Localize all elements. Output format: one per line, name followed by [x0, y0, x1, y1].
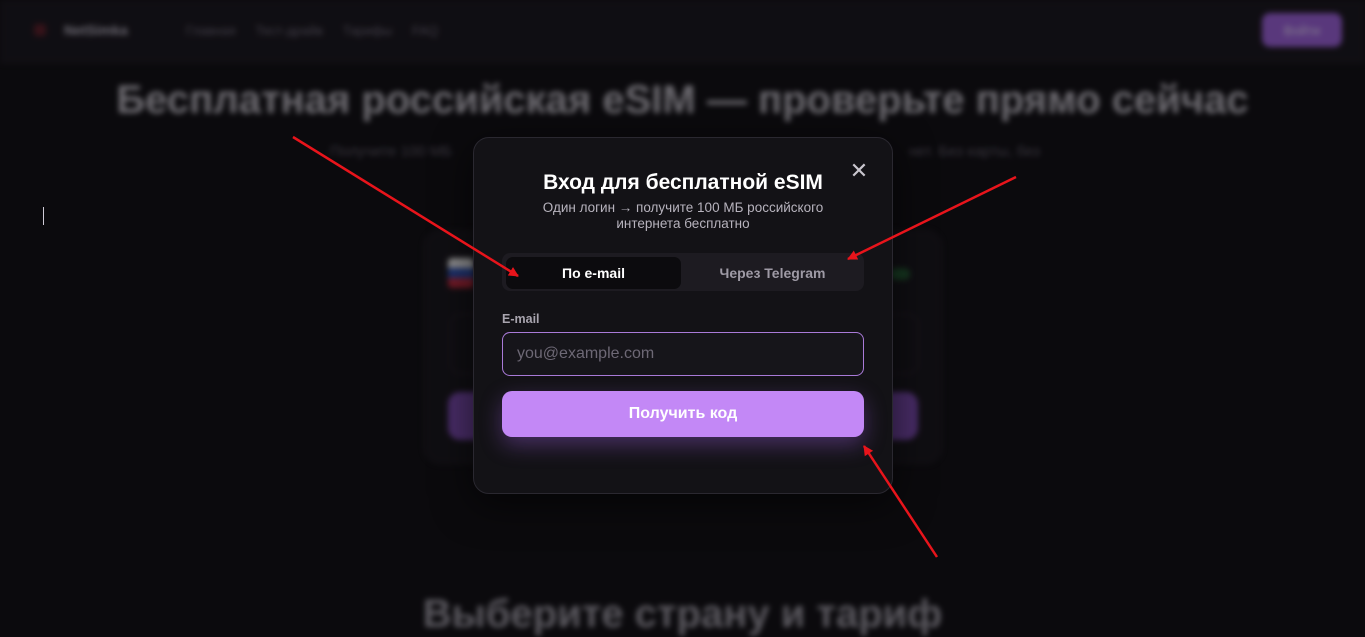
- tab-email[interactable]: По e-mail: [506, 257, 681, 289]
- nav-item-faq[interactable]: FAQ: [412, 23, 438, 38]
- hero-title: Бесплатная российская eSIM — проверьте п…: [116, 78, 1249, 122]
- hero-subtitle-right: нет. Без карты, без: [908, 143, 1040, 160]
- brand-logo: NetSimka: [64, 22, 128, 38]
- get-code-button[interactable]: Получить код: [502, 391, 864, 437]
- email-label: E-mail: [502, 312, 540, 326]
- nav-item-test-drive[interactable]: Тест-драйв: [255, 23, 322, 38]
- status-badge: [890, 268, 910, 280]
- main-nav: Главная Тест-драйв Тарифы FAQ: [186, 23, 438, 38]
- nav-item-home[interactable]: Главная: [186, 23, 235, 38]
- hero-subtitle-left: Получите 100 МБ: [330, 143, 452, 160]
- logo-icon: [34, 24, 46, 36]
- russia-flag-icon: [448, 258, 474, 288]
- login-method-tabs: По e-mail Через Telegram: [502, 253, 864, 291]
- section-title: Выберите страну и тариф: [422, 592, 943, 636]
- login-button[interactable]: Войти: [1262, 13, 1342, 47]
- nav-item-tariffs[interactable]: Тарифы: [343, 23, 392, 38]
- email-field[interactable]: [502, 332, 864, 376]
- tab-telegram[interactable]: Через Telegram: [685, 257, 860, 289]
- top-navbar: NetSimka Главная Тест-драйв Тарифы FAQ В…: [0, 0, 1365, 63]
- text-caret: [43, 207, 44, 225]
- login-modal: ✕ Вход для бесплатной eSIM Один логин → …: [473, 137, 893, 494]
- modal-title: Вход для бесплатной eSIM: [543, 171, 823, 194]
- modal-subtitle: Один логин → получите 100 МБ российского…: [542, 200, 824, 231]
